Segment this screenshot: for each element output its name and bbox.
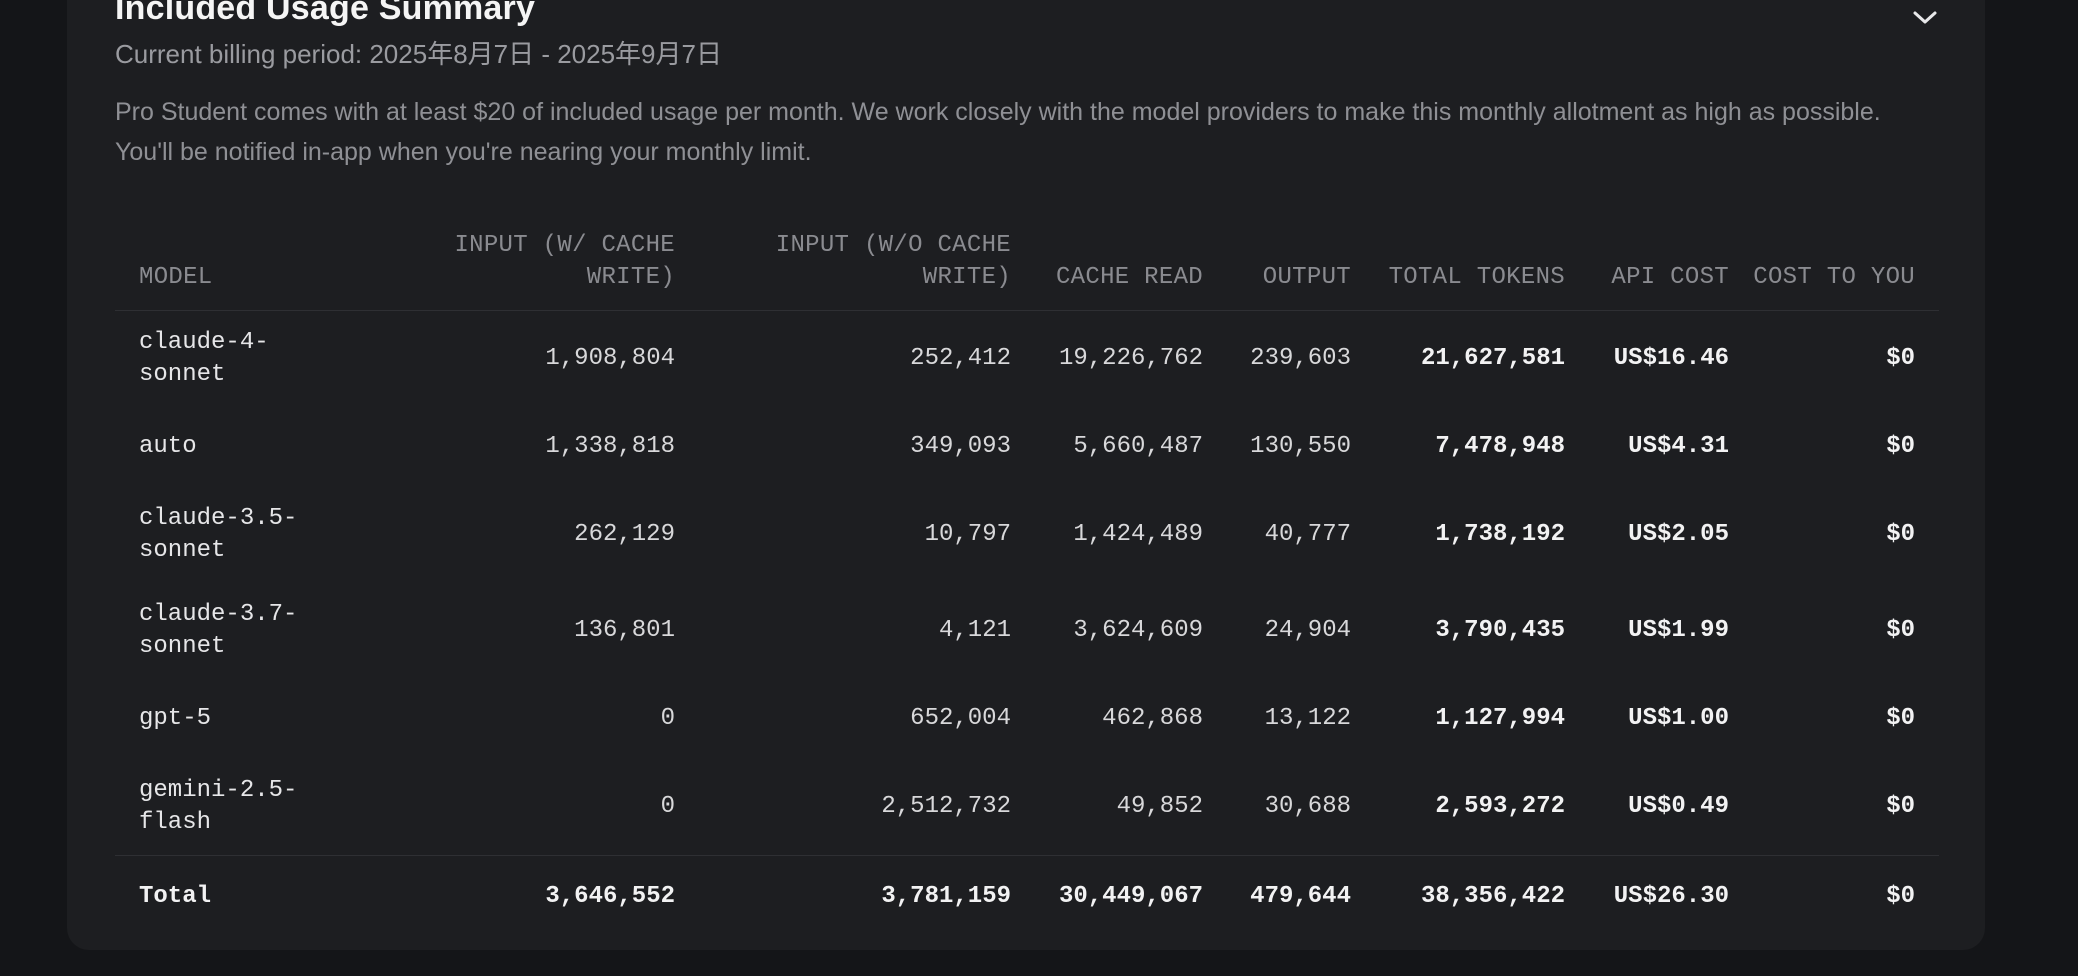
input-cache-write-value: 262,129	[574, 521, 675, 548]
table-row: gpt-5 0 652,004 462,868 13,122 1,127,994…	[115, 679, 1939, 759]
header-total-tokens: TOTAL TOKENS	[1375, 230, 1589, 311]
api-cost-value: US$4.31	[1628, 433, 1729, 460]
total-row: Total 3,646,552 3,781,159 30,449,067 479…	[115, 855, 1939, 938]
header-output: OUTPUT	[1227, 230, 1375, 311]
output-value: 30,688	[1264, 793, 1351, 820]
usage-table: MODEL INPUT (W/ CACHE WRITE) INPUT (W/O …	[115, 230, 1939, 938]
chevron-down-icon	[1913, 11, 1937, 24]
usage-description: Pro Student comes with at least $20 of i…	[115, 98, 1881, 166]
included-usage-card: Included Usage Summary Current billing p…	[67, 0, 1985, 950]
model-name: gemini-2.5-flash	[139, 777, 298, 836]
input-no-cache-write-value: 2,512,732	[881, 793, 1011, 820]
total-api-cost: US$26.30	[1589, 855, 1753, 938]
input-no-cache-write-value: 4,121	[938, 617, 1011, 644]
total-tokens-value: 2,593,272	[1435, 793, 1565, 820]
model-name: auto	[139, 433, 197, 460]
billing-period: Current billing period: 2025年8月7日 - 2025…	[115, 39, 722, 69]
api-cost-value: US$16.46	[1613, 345, 1729, 372]
input-no-cache-write-value: 10,797	[924, 521, 1011, 548]
table-row: claude-3.7-sonnet 136,801 4,121 3,624,60…	[115, 583, 1939, 679]
output-value: 40,777	[1264, 521, 1351, 548]
api-cost-value: US$0.49	[1628, 793, 1729, 820]
input-no-cache-write-value: 652,004	[910, 705, 1011, 732]
cache-read-value: 462,868	[1102, 705, 1203, 732]
table-row: claude-4-sonnet 1,908,804 252,412 19,226…	[115, 311, 1939, 408]
api-cost-value: US$2.05	[1628, 521, 1729, 548]
collapse-toggle-button[interactable]	[1905, 0, 1945, 38]
cost-to-you-value: $0	[1886, 345, 1915, 372]
api-cost-value: US$1.99	[1628, 617, 1729, 644]
input-no-cache-write-value: 349,093	[910, 433, 1011, 460]
header-input-no-cache-write: INPUT (W/O CACHE WRITE)	[699, 230, 1035, 311]
table-row: gemini-2.5-flash 0 2,512,732 49,852 30,6…	[115, 759, 1939, 856]
total-tokens-value: 1,738,192	[1435, 521, 1565, 548]
input-cache-write-value: 1,338,818	[545, 433, 675, 460]
model-name: claude-3.7-sonnet	[139, 601, 298, 660]
total-label: Total	[115, 855, 375, 938]
cache-read-value: 3,624,609	[1073, 617, 1203, 644]
output-value: 239,603	[1250, 345, 1351, 372]
cache-read-value: 19,226,762	[1058, 345, 1203, 372]
input-cache-write-value: 0	[660, 705, 675, 732]
table-header-row: MODEL INPUT (W/ CACHE WRITE) INPUT (W/O …	[115, 230, 1939, 311]
header-input-cache-write: INPUT (W/ CACHE WRITE)	[375, 230, 699, 311]
model-name: gpt-5	[139, 705, 212, 732]
input-cache-write-value: 1,908,804	[545, 345, 675, 372]
header-model: MODEL	[115, 230, 375, 311]
api-cost-value: US$1.00	[1628, 705, 1729, 732]
total-output: 479,644	[1227, 855, 1375, 938]
total-cost-to-you: $0	[1753, 855, 1939, 938]
cost-to-you-value: $0	[1886, 521, 1915, 548]
cost-to-you-value: $0	[1886, 793, 1915, 820]
total-tokens-value: 1,127,994	[1435, 705, 1565, 732]
cache-read-value: 1,424,489	[1073, 521, 1203, 548]
model-name: claude-3.5-sonnet	[139, 505, 298, 564]
model-name: claude-4-sonnet	[139, 329, 269, 388]
table-row: claude-3.5-sonnet 262,129 10,797 1,424,4…	[115, 487, 1939, 583]
total-input-cache-write: 3,646,552	[375, 855, 699, 938]
total-total-tokens: 38,356,422	[1375, 855, 1589, 938]
table-row: auto 1,338,818 349,093 5,660,487 130,550…	[115, 407, 1939, 487]
output-value: 13,122	[1264, 705, 1351, 732]
total-tokens-value: 3,790,435	[1435, 617, 1565, 644]
cost-to-you-value: $0	[1886, 433, 1915, 460]
total-cache-read: 30,449,067	[1035, 855, 1227, 938]
section-title: Included Usage Summary	[115, 0, 536, 27]
input-cache-write-value: 0	[660, 793, 675, 820]
cache-read-value: 5,660,487	[1073, 433, 1203, 460]
cost-to-you-value: $0	[1886, 705, 1915, 732]
total-tokens-value: 21,627,581	[1420, 345, 1565, 372]
cost-to-you-value: $0	[1886, 617, 1915, 644]
output-value: 130,550	[1250, 433, 1351, 460]
total-input-no-cache-write: 3,781,159	[699, 855, 1035, 938]
header-cost-to-you: COST TO YOU	[1753, 230, 1939, 311]
cache-read-value: 49,852	[1116, 793, 1203, 820]
input-no-cache-write-value: 252,412	[910, 345, 1011, 372]
output-value: 24,904	[1264, 617, 1351, 644]
header-api-cost: API COST	[1589, 230, 1753, 311]
input-cache-write-value: 136,801	[574, 617, 675, 644]
total-tokens-value: 7,478,948	[1435, 433, 1565, 460]
header-cache-read: CACHE READ	[1035, 230, 1227, 311]
